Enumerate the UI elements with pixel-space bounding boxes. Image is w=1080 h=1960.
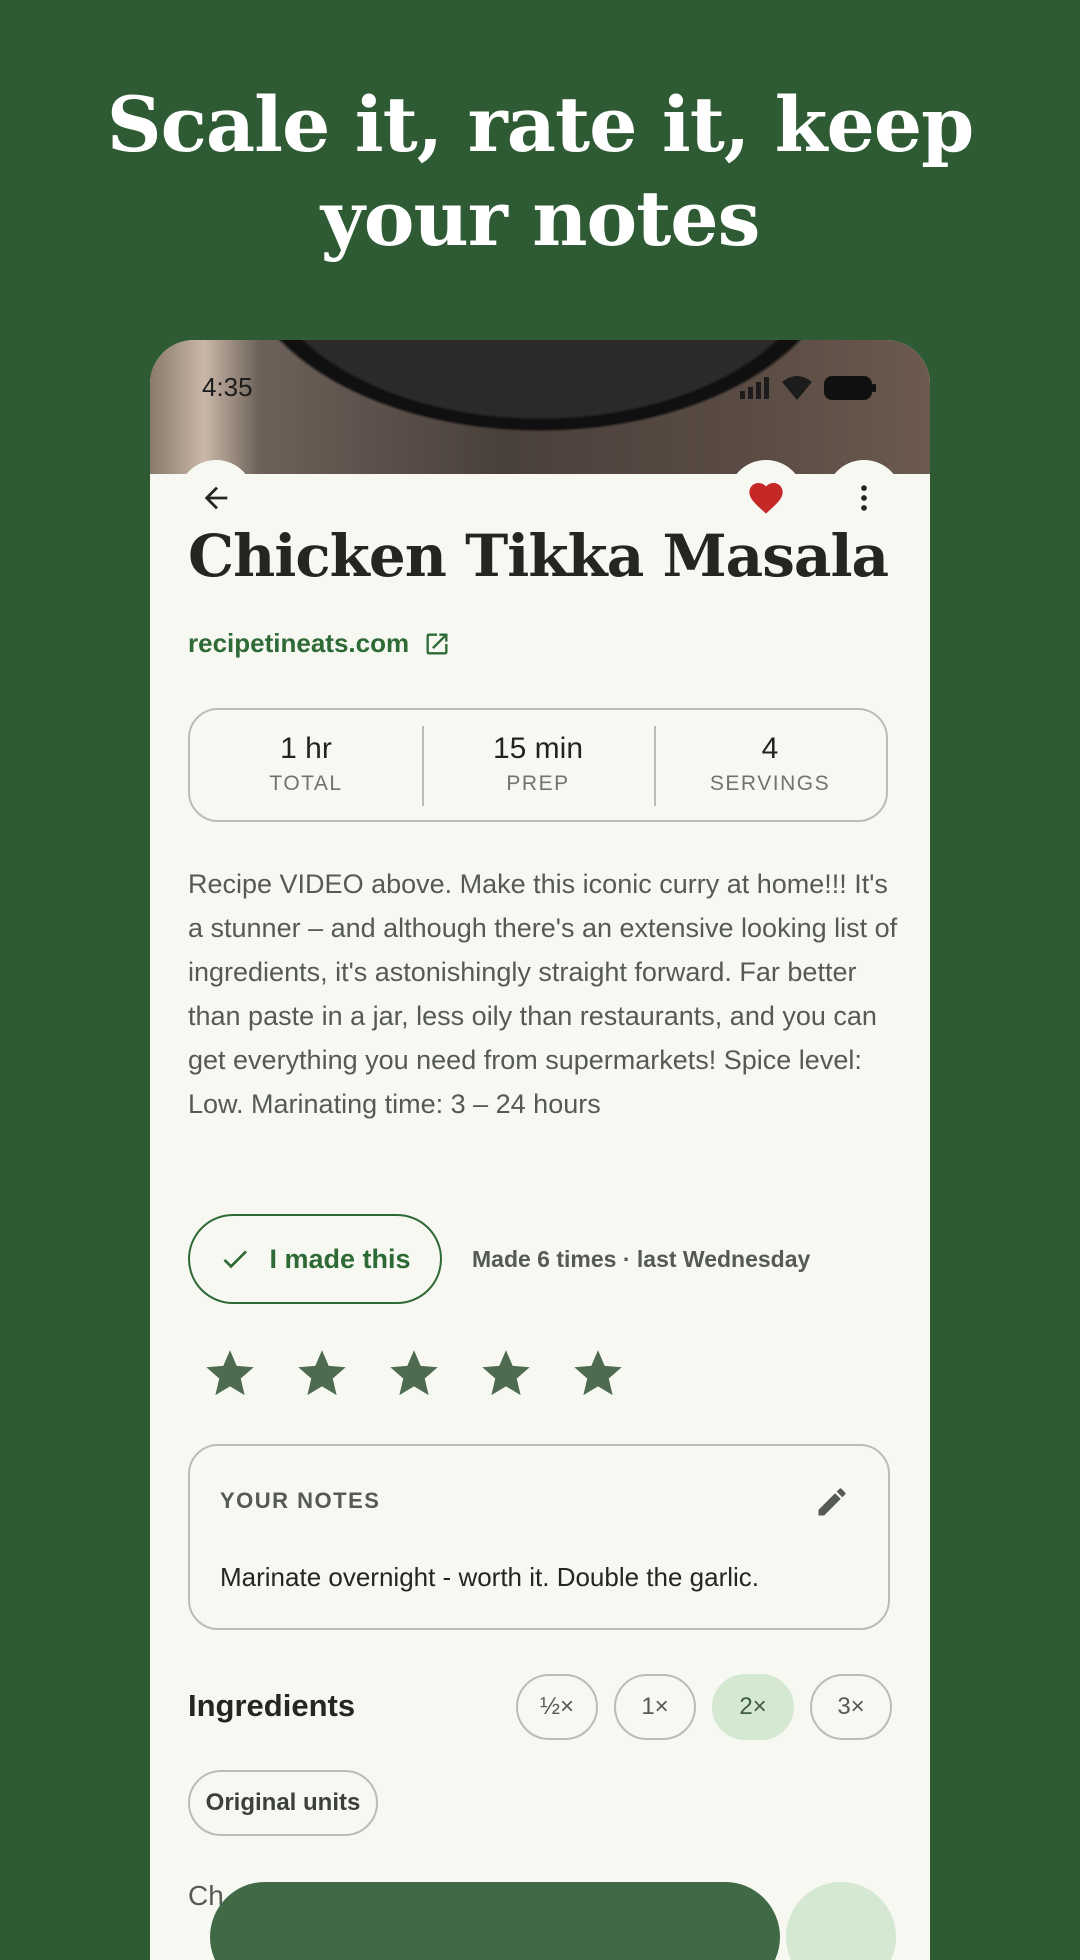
scale-chip-1x[interactable]: 1× [614,1674,696,1740]
stat-total: 1 hr TOTAL [190,710,422,820]
star-icon[interactable] [574,1350,622,1398]
bottom-action-button[interactable] [210,1882,780,1960]
stat-label: SERVINGS [709,772,831,795]
star-icon[interactable] [390,1350,438,1398]
recipe-stats: 1 hr TOTAL 15 min PREP 4 SERVINGS [188,708,888,822]
bottom-fab-button[interactable] [786,1882,896,1960]
scale-chips: ½× 1× 2× 3× [516,1674,892,1740]
recipe-title: Chicken Tikka Masala [188,522,889,590]
notes-card[interactable]: YOUR NOTES Marinate overnight - worth it… [188,1444,890,1630]
notes-heading: YOUR NOTES [220,1488,381,1513]
ingredients-heading: Ingredients [188,1688,356,1723]
recipe-description: Recipe VIDEO above. Make this iconic cur… [188,869,898,1119]
wifi-icon [782,376,812,400]
i-made-this-button[interactable]: I made this [188,1214,442,1304]
stat-prep: 15 min PREP [422,710,654,820]
phone-screen: 4:35 Chicken Tikka Masala recipetineats.… [150,340,930,1960]
pencil-icon [818,1488,846,1516]
status-bar: 4:35 [150,368,930,408]
stat-label: PREP [506,772,570,795]
stat-label: TOTAL [269,772,343,795]
notes-text: Marinate overnight - worth it. Double th… [220,1562,760,1592]
scale-chip-2x[interactable]: 2× [712,1674,794,1740]
more-vertical-icon [861,485,867,511]
signal-icon [740,377,769,399]
source-link[interactable]: recipetineats.com [188,628,451,659]
status-time: 4:35 [202,372,253,402]
headline-line-2: your notes [320,174,761,263]
stat-value: 4 [761,732,779,765]
arrow-left-icon [204,486,228,510]
check-icon [224,1250,248,1269]
open-external-icon [426,633,448,654]
made-count-text: Made 6 times · last Wednesday [472,1246,811,1272]
headline-line-1: Scale it, rate it, keep [106,80,975,169]
star-icon[interactable] [298,1350,346,1398]
scale-chip-half[interactable]: ½× [516,1674,598,1740]
edit-notes-button[interactable] [814,1484,850,1525]
original-units-chip[interactable]: Original units [188,1770,378,1836]
stat-value: 1 hr [280,732,332,765]
i-made-this-label: I made this [269,1243,411,1274]
stat-servings: 4 SERVINGS [654,710,886,820]
status-icons [740,376,876,400]
stat-value: 15 min [492,732,584,765]
star-icon[interactable] [482,1350,530,1398]
heart-icon [749,483,783,514]
scale-chip-3x[interactable]: 3× [810,1674,892,1740]
source-link-text: recipetineats.com [188,628,410,658]
star-icon[interactable] [206,1350,254,1398]
headline: Scale it, rate it, keep your notes [0,78,1080,266]
battery-icon [824,376,876,400]
rating-stars[interactable] [206,1350,622,1398]
